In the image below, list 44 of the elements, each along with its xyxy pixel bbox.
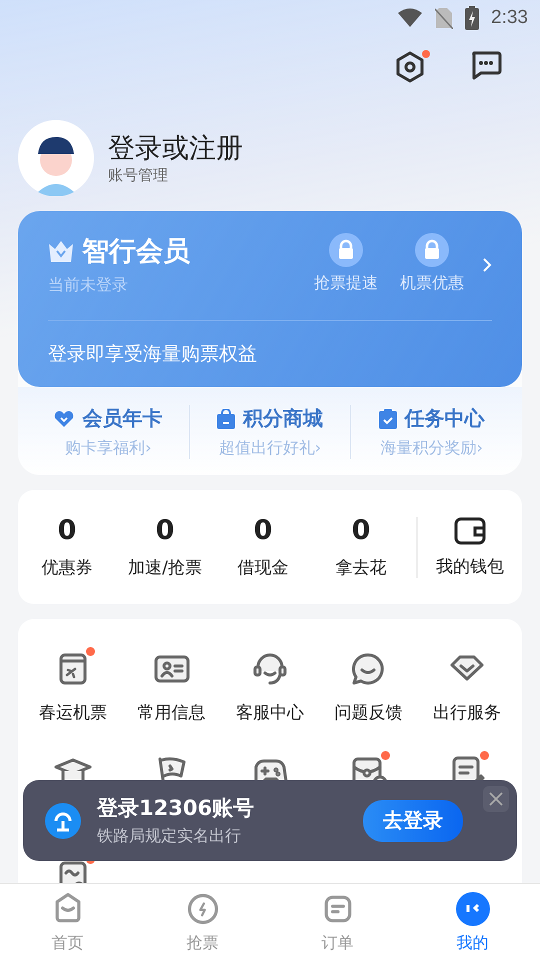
login-button[interactable]: 去登录 [363,800,463,842]
account-subtitle[interactable]: 账号管理 [108,166,243,184]
perk-label: 抢票提速 [314,273,378,294]
stat-value[interactable]: 0 [156,515,174,546]
service-label[interactable]: 出行服务 [432,701,501,724]
banner-subtitle: 铁路局规定实名出行 [97,826,242,847]
chevron-icon [482,256,492,272]
wifi-icon [397,8,424,28]
crown-icon [48,240,74,262]
heart-icon [54,410,74,428]
stat-label[interactable]: 借现金 [238,556,288,579]
stat-value[interactable]: 0 [352,515,370,546]
message-icon[interactable] [470,50,502,80]
profile-icon [454,890,490,926]
clock-time: 2:33 [491,7,528,29]
service-label[interactable]: 问题反馈 [334,701,402,724]
banner-title: 登录12306账号 [97,795,254,822]
bag-icon [217,408,235,428]
service-label[interactable]: 春运机票 [39,701,108,724]
battery-icon [465,6,480,30]
shortcut-title[interactable]: 积分商城 [243,405,323,432]
stat-label[interactable]: 拿去花 [336,556,386,579]
tab[interactable]: 我的 [405,884,540,960]
clipboard-icon [378,408,397,428]
no-sim-icon [435,7,454,29]
stat-label[interactable]: 优惠券 [42,556,92,579]
close-icon[interactable] [483,786,509,812]
shortcut-title[interactable]: 会员年卡 [82,405,162,432]
promo-text: 登录即享受海量购票权益 [48,342,258,367]
settings-icon[interactable] [394,50,426,84]
stat-value[interactable]: 0 [58,515,76,546]
login-title[interactable]: 登录或注册 [108,132,243,166]
service-label[interactable]: 客服中心 [236,701,304,724]
stat-value[interactable]: 0 [254,515,272,546]
wallet-icon[interactable] [454,516,486,544]
login-status: 当前未登录 [48,275,129,296]
wallet-label[interactable]: 我的钱包 [436,554,504,578]
member-title: 智行会员 [82,235,190,269]
shortcut-title[interactable]: 任务中心 [404,405,485,432]
avatar[interactable] [18,120,94,196]
railway-logo-icon [45,802,81,838]
stat-label[interactable]: 加速/抢票 [128,556,202,579]
perk-label: 机票优惠 [400,273,464,294]
service-label[interactable]: 常用信息 [138,701,206,724]
